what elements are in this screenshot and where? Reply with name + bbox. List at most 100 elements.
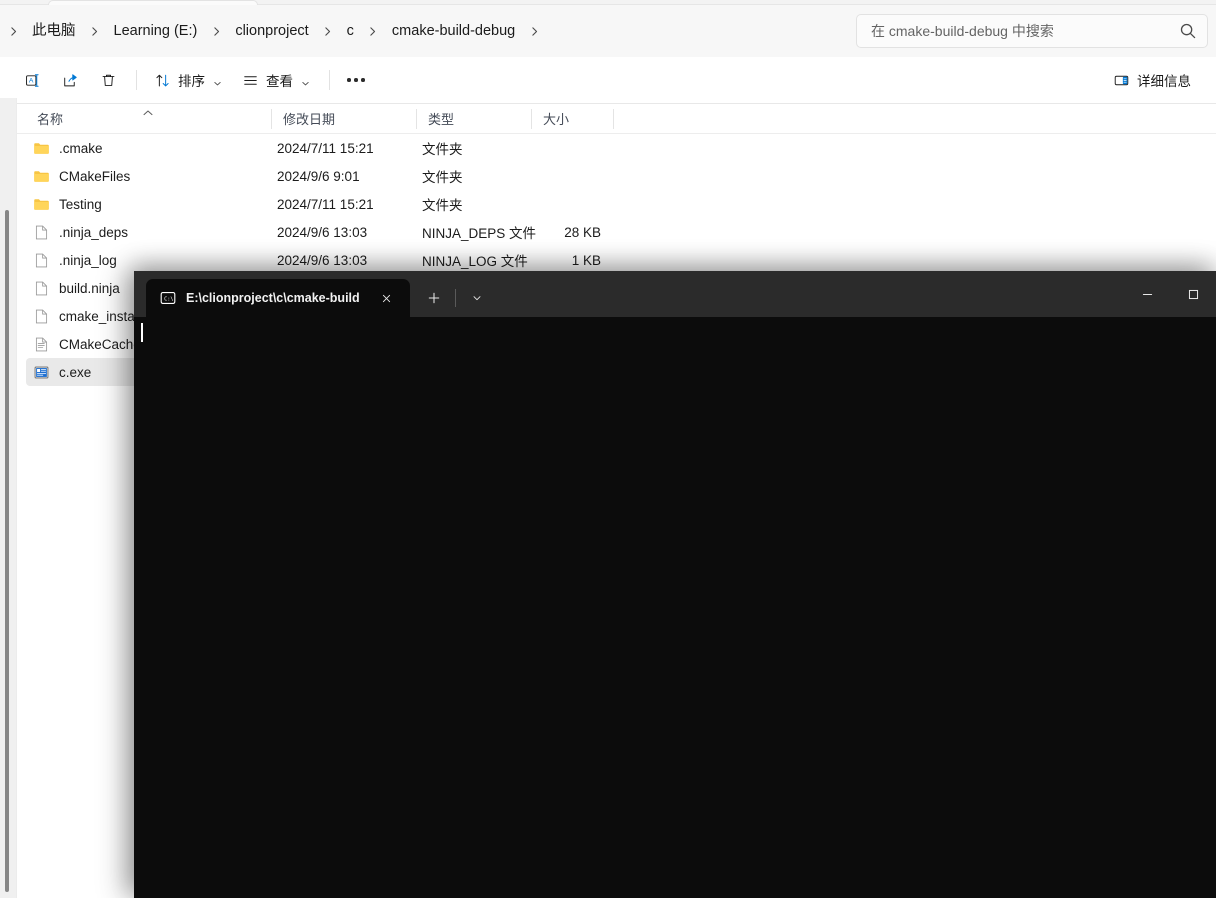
terminal-content-area[interactable] (134, 317, 1216, 898)
file-name: .cmake (59, 140, 103, 156)
folder-icon (33, 168, 50, 185)
details-pane-button[interactable]: 详细信息 (1104, 64, 1200, 96)
file-name: c.exe (59, 364, 92, 380)
breadcrumb-overflow-chevron-icon[interactable] (2, 18, 24, 44)
scrollbar-gutter-divider (16, 98, 17, 898)
file-name: cmake_install. (59, 308, 145, 324)
vertical-scrollbar[interactable] (0, 98, 16, 898)
console-prompt-icon: C:\ (160, 290, 176, 306)
file-name: Testing (59, 196, 102, 212)
file-date: 2024/7/11 15:21 (277, 196, 374, 212)
file-icon (33, 224, 50, 241)
file-icon (33, 280, 50, 297)
table-row[interactable]: .cmake 2024/7/11 15:21 文件夹 (26, 134, 1210, 162)
file-icon (33, 252, 50, 269)
folder-icon (33, 196, 50, 213)
file-date: 2024/9/6 13:03 (277, 224, 368, 240)
column-divider[interactable] (613, 108, 614, 129)
terminal-cursor (141, 323, 143, 342)
breadcrumb-item-c[interactable]: c (339, 17, 362, 45)
file-date: 2024/9/6 13:03 (277, 252, 368, 268)
column-header-size[interactable]: 大小 (532, 104, 614, 134)
table-row[interactable]: Testing 2024/7/11 15:21 文件夹 (26, 190, 1210, 218)
breadcrumb-item-clionproject[interactable]: clionproject (227, 17, 316, 45)
share-button[interactable] (52, 64, 88, 96)
terminal-dropdown-button[interactable] (461, 279, 493, 317)
screen: 此电脑 Learning (E:) clionproject c cmake-b… (0, 0, 1216, 898)
view-lines-icon (242, 72, 259, 89)
folder-icon (33, 140, 50, 157)
column-header-size-label: 大小 (543, 112, 570, 127)
table-row[interactable]: .ninja_deps 2024/9/6 13:03 NINJA_DEPS 文件… (26, 218, 1210, 246)
terminal-tab-title: E:\clionproject\c\cmake-build (186, 291, 360, 305)
svg-text:A: A (28, 77, 33, 84)
column-header-type[interactable]: 类型 (417, 104, 532, 134)
file-name: CMakeCache. (59, 336, 145, 352)
breadcrumb-chevron-icon[interactable] (205, 18, 227, 44)
terminal-window[interactable]: C:\ E:\clionproject\c\cmake-build (134, 271, 1216, 898)
chevron-down-icon (213, 76, 222, 85)
breadcrumb-item-cmake-build-debug[interactable]: cmake-build-debug (384, 17, 523, 45)
chevron-down-icon (301, 76, 310, 85)
file-size: 28 KB (564, 224, 601, 240)
file-type: 文件夹 (422, 170, 463, 185)
file-type: 文件夹 (422, 142, 463, 157)
file-name-cell: Testing (26, 196, 277, 213)
close-x-icon[interactable] (374, 285, 400, 311)
view-button[interactable]: 查看 (233, 64, 319, 96)
column-headers: 名称 修改日期 类型 大小 (0, 104, 1216, 134)
more-ellipsis-icon (347, 78, 365, 82)
search-box[interactable] (856, 14, 1208, 48)
delete-trash-icon (100, 72, 117, 89)
table-row[interactable]: CMakeFiles 2024/9/6 9:01 文件夹 (26, 162, 1210, 190)
rename-button[interactable]: A (14, 64, 50, 96)
column-header-date-label: 修改日期 (283, 112, 336, 127)
toolbar-divider (329, 70, 330, 90)
file-name-cell: CMakeFiles (26, 168, 277, 185)
maximize-button[interactable] (1170, 271, 1216, 317)
minimize-button[interactable] (1124, 271, 1170, 317)
view-label: 查看 (266, 74, 293, 89)
more-options-button[interactable] (338, 64, 374, 96)
delete-button[interactable] (90, 64, 126, 96)
breadcrumb-chevron-icon[interactable] (84, 18, 106, 44)
file-date: 2024/7/11 15:21 (277, 140, 374, 156)
breadcrumb-item-this-pc[interactable]: 此电脑 (24, 17, 84, 45)
new-tab-button[interactable] (418, 279, 450, 317)
svg-text:C:\: C:\ (164, 296, 173, 302)
file-name-cell: .cmake (26, 140, 277, 157)
table-row[interactable]: .ninja_log 2024/9/6 13:03 NINJA_LOG 文件 1… (26, 246, 1210, 274)
sort-button[interactable]: 排序 (145, 64, 231, 96)
file-name-cell: .ninja_deps (26, 224, 277, 241)
file-name: CMakeFiles (59, 168, 131, 184)
scrollbar-thumb[interactable] (5, 210, 9, 892)
file-name: .ninja_deps (59, 224, 129, 240)
search-icon[interactable] (1179, 22, 1197, 40)
address-bar: 此电脑 Learning (E:) clionproject c cmake-b… (0, 5, 1216, 57)
rename-icon: A (24, 72, 41, 89)
terminal-tab[interactable]: C:\ E:\clionproject\c\cmake-build (146, 279, 410, 317)
share-icon (62, 72, 79, 89)
terminal-title-bar[interactable]: C:\ E:\clionproject\c\cmake-build (134, 271, 1216, 317)
file-name: build.ninja (59, 280, 120, 296)
details-pane-icon (1113, 72, 1130, 89)
terminal-window-controls (1124, 271, 1216, 317)
exe-icon (33, 364, 50, 381)
file-name: .ninja_log (59, 252, 117, 268)
file-icon (33, 308, 50, 325)
file-type: NINJA_LOG 文件 (422, 254, 528, 269)
column-header-date-modified[interactable]: 修改日期 (272, 104, 417, 134)
breadcrumb-item-learning-drive[interactable]: Learning (E:) (106, 17, 206, 45)
file-name-cell: .ninja_log (26, 252, 277, 269)
toolbar-divider (136, 70, 137, 90)
breadcrumb-chevron-icon[interactable] (317, 18, 339, 44)
column-header-name[interactable]: 名称 (0, 104, 272, 134)
breadcrumb: 此电脑 Learning (E:) clionproject c cmake-b… (2, 15, 545, 47)
search-input[interactable] (871, 23, 1179, 39)
sort-arrows-icon (154, 72, 171, 89)
file-date: 2024/9/6 9:01 (277, 168, 360, 184)
column-header-type-label: 类型 (428, 112, 455, 127)
breadcrumb-chevron-icon[interactable] (523, 18, 545, 44)
command-toolbar: A 排序 查看 详细信息 (0, 57, 1216, 104)
breadcrumb-chevron-icon[interactable] (362, 18, 384, 44)
